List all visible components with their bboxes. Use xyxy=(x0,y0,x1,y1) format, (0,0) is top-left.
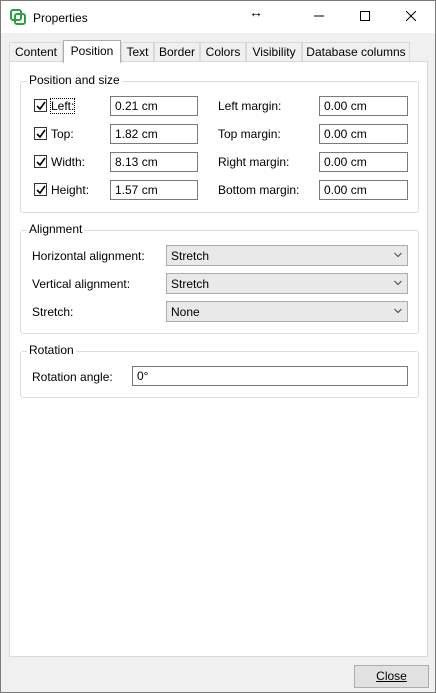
horizontal-alignment-select[interactable]: Stretch xyxy=(166,245,408,266)
bottom-margin-input[interactable]: 0.00 cm xyxy=(319,180,408,200)
chevron-down-icon xyxy=(394,280,402,286)
top-checkbox[interactable] xyxy=(34,127,47,140)
top-input[interactable]: 1.82 cm xyxy=(110,124,198,144)
left-checkbox[interactable] xyxy=(34,99,47,112)
maximize-icon xyxy=(360,11,370,21)
top-margin-label: Top margin: xyxy=(218,127,281,141)
rotation-angle-input[interactable]: 0° xyxy=(132,366,408,386)
close-window-button[interactable] xyxy=(388,1,434,31)
group-title: Alignment xyxy=(27,222,85,236)
minimize-icon xyxy=(314,15,324,17)
alignment-group: Alignment Horizontal alignment: Stretch … xyxy=(20,222,419,334)
group-title: Position and size xyxy=(27,73,122,87)
vertical-alignment-value: Stretch xyxy=(171,277,210,291)
checkmark-icon xyxy=(36,157,46,167)
tab-database-columns[interactable]: Database columns xyxy=(302,42,410,62)
top-label: Top: xyxy=(51,127,74,141)
top-margin-input[interactable]: 0.00 cm xyxy=(319,124,408,144)
stretch-label: Stretch: xyxy=(32,305,74,319)
tab-panel-position: Position and size Left: 0.21 cm Left mar… xyxy=(9,61,428,657)
position-and-size-group: Position and size Left: 0.21 cm Left mar… xyxy=(20,73,419,213)
left-margin-label: Left margin: xyxy=(218,99,282,113)
width-input[interactable]: 8.13 cm xyxy=(110,152,198,172)
close-button-label: Close xyxy=(376,669,407,683)
stretch-value: None xyxy=(171,305,200,319)
tab-border[interactable]: Border xyxy=(154,42,200,62)
chevron-down-icon xyxy=(394,308,402,314)
stretch-select[interactable]: None xyxy=(166,301,408,322)
height-input[interactable]: 1.57 cm xyxy=(110,180,198,200)
height-checkbox[interactable] xyxy=(34,183,47,196)
maximize-button[interactable] xyxy=(342,1,388,31)
left-input[interactable]: 0.21 cm xyxy=(110,96,198,116)
app-logo-icon xyxy=(10,9,26,25)
minimize-button[interactable] xyxy=(296,1,342,31)
chevron-down-icon xyxy=(394,252,402,258)
properties-dialog: Properties ↔ Content Position Text Borde… xyxy=(0,0,436,693)
left-label: Left: xyxy=(49,98,76,114)
bottom-margin-label: Bottom margin: xyxy=(218,183,300,197)
width-checkbox[interactable] xyxy=(34,155,47,168)
right-margin-input[interactable]: 0.00 cm xyxy=(319,152,408,172)
checkmark-icon xyxy=(36,185,46,195)
tab-colors[interactable]: Colors xyxy=(200,42,246,62)
rotation-angle-label: Rotation angle: xyxy=(32,370,113,384)
tab-visibility[interactable]: Visibility xyxy=(246,42,302,62)
title-bar[interactable]: Properties ↔ xyxy=(1,1,435,33)
height-label: Height: xyxy=(51,183,90,197)
window-title: Properties xyxy=(33,11,88,25)
left-margin-input[interactable]: 0.00 cm xyxy=(319,96,408,116)
vertical-alignment-select[interactable]: Stretch xyxy=(166,273,408,294)
group-title: Rotation xyxy=(27,343,76,357)
rotation-group: Rotation Rotation angle: 0° xyxy=(20,343,419,398)
close-icon xyxy=(406,11,416,21)
close-button[interactable]: Close xyxy=(354,665,429,688)
horizontal-alignment-value: Stretch xyxy=(171,249,210,263)
vertical-alignment-label: Vertical alignment: xyxy=(32,277,131,291)
checkmark-icon xyxy=(36,129,46,139)
resize-horizontal-icon: ↔ xyxy=(249,4,263,20)
right-margin-label: Right margin: xyxy=(218,155,290,169)
tab-text[interactable]: Text xyxy=(121,42,154,62)
width-label: Width: xyxy=(51,155,86,169)
horizontal-alignment-label: Horizontal alignment: xyxy=(32,249,145,263)
tab-content[interactable]: Content xyxy=(9,42,63,62)
tab-position[interactable]: Position xyxy=(63,40,121,63)
checkmark-icon xyxy=(36,101,46,111)
